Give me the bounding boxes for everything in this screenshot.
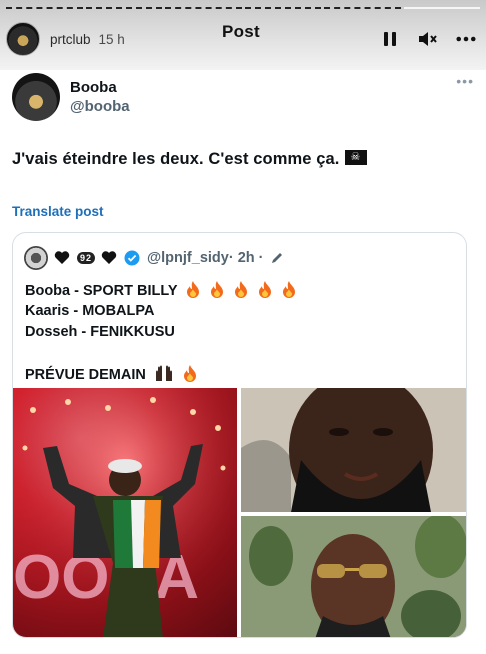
fire-icon: [211, 281, 224, 298]
story-header: prtclub 15 h Post: [6, 20, 476, 58]
tweet-author: Booba @booba: [70, 78, 130, 116]
quoted-line: PRÉVUE DEMAIN: [25, 364, 466, 385]
progress-segment: [403, 7, 480, 9]
tweet-display-name[interactable]: Booba: [70, 78, 130, 97]
progress-segment: [324, 7, 401, 9]
concert-photo-art: OOBA: [13, 388, 237, 637]
quoted-handle[interactable]: @lpnjf_sidy: [147, 250, 229, 266]
fire-icon: [259, 281, 272, 298]
quoted-tweet-header: 92 @lpnjf_sidy · 2h ·: [24, 244, 466, 272]
story-controls: [380, 29, 476, 49]
fire-icon: [187, 281, 200, 298]
tweet: Booba @booba ••• J'vais éteindre les deu…: [12, 72, 474, 219]
fire-icon: [283, 281, 296, 298]
tweet-text: J'vais éteindre les deux. C'est comme ça…: [12, 150, 368, 169]
tweet-more-icon[interactable]: •••: [456, 73, 474, 89]
quoted-line-text: Booba - SPORT BILLY: [25, 283, 178, 299]
quoted-tweet[interactable]: 92 @lpnjf_sidy · 2h · Booba - SPORT BILL…: [12, 232, 467, 638]
heart-icon: [53, 249, 71, 267]
tweet-text-content: J'vais éteindre les deux. C'est comme ça…: [12, 150, 340, 168]
fire-icon: [235, 281, 248, 298]
translate-post-link[interactable]: Translate post: [12, 204, 104, 219]
tweet-avatar[interactable]: [12, 73, 60, 121]
quoted-media-grid: OOBA: [13, 388, 466, 637]
portrait-2-art: [241, 516, 466, 637]
progress-segment: [244, 7, 321, 9]
tweet-handle[interactable]: @booba: [70, 97, 130, 116]
edit-icon: [268, 249, 286, 267]
story-title: Post: [221, 22, 261, 41]
story-username[interactable]: prtclub: [50, 32, 91, 47]
mute-icon[interactable]: [418, 29, 438, 49]
story-header-bar: prtclub 15 h Post: [0, 0, 486, 70]
story-avatar[interactable]: [6, 22, 40, 56]
verified-icon: [123, 249, 141, 267]
quoted-line: Booba - SPORT BILLY: [25, 280, 466, 301]
quoted-avatar[interactable]: [24, 246, 48, 270]
raised-hands-icon: [155, 365, 172, 381]
media-photo-portrait-2[interactable]: [241, 516, 466, 637]
progress-segment: [165, 7, 242, 9]
pirate-flag-icon: [345, 150, 368, 165]
badge-92: 92: [77, 252, 96, 264]
media-photo-portrait-1[interactable]: [241, 388, 466, 512]
quoted-line: Kaaris - MOBALPA: [25, 303, 155, 319]
story-progress: [6, 7, 480, 10]
tweet-header: Booba @booba •••: [12, 72, 474, 122]
progress-segment: [85, 7, 162, 9]
story-time: 15 h: [98, 31, 125, 47]
more-icon[interactable]: [456, 29, 476, 49]
portrait-1-art: [241, 388, 466, 512]
progress-segment: [6, 7, 83, 9]
heart-icon: [100, 249, 118, 267]
quoted-time: · 2h ·: [228, 250, 264, 266]
quoted-line: Dosseh - FENIKKUSU: [25, 324, 175, 340]
quoted-text: Booba - SPORT BILLY Kaaris - MOBALPA Dos…: [25, 280, 466, 385]
quoted-spacer: [25, 343, 466, 364]
fire-icon: [183, 365, 196, 382]
media-photo-concert[interactable]: OOBA: [13, 388, 237, 637]
pause-icon[interactable]: [380, 29, 400, 49]
quoted-line-text: PRÉVUE DEMAIN: [25, 367, 146, 383]
